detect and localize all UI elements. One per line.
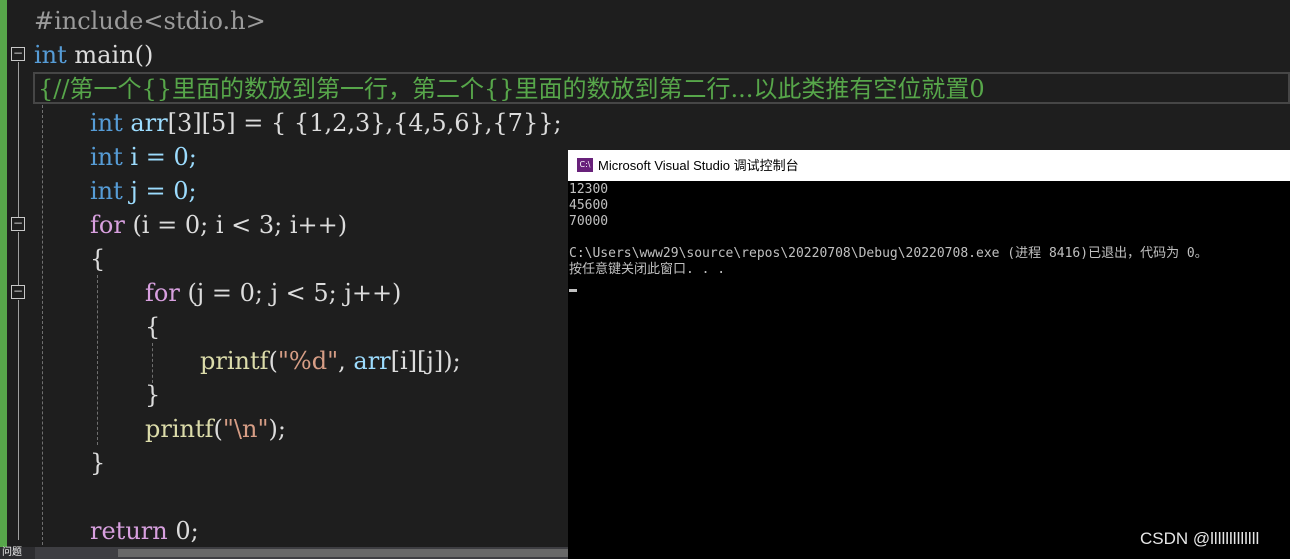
code-line-14: } <box>90 449 106 477</box>
code-line-3: {//第一个{}里面的数放到第一行，第二个{}里面的数放到第二行...以此类推有… <box>38 75 985 103</box>
fold-guide-line <box>18 232 19 285</box>
console-exit-message: C:\Users\www29\source\repos\20220708\Deb… <box>569 246 1208 261</box>
code-line-10: { <box>145 313 161 341</box>
console-titlebar[interactable]: C:\ Microsoft Visual Studio 调试控制台 <box>568 150 1290 181</box>
watermark: CSDN @lllllllllllll <box>1140 529 1260 548</box>
code-line-9: for (j = 0; j < 5; j++) <box>145 279 402 307</box>
fold-guide-line <box>18 300 19 540</box>
scrollbar-thumb[interactable] <box>118 549 568 557</box>
collapse-inner-for-icon[interactable]: − <box>11 285 25 299</box>
debug-console-window[interactable]: C:\ Microsoft Visual Studio 调试控制台 12300 … <box>568 150 1290 559</box>
collapse-main-icon[interactable]: − <box>11 47 25 61</box>
code-line-15: return 0; <box>90 517 199 545</box>
console-output-line: 70000 <box>569 214 609 229</box>
code-line-8: { <box>90 245 106 273</box>
code-line-7: for (i = 0; i < 3; i++) <box>90 211 348 239</box>
change-indicator-bar <box>0 0 7 559</box>
collapse-outer-for-icon[interactable]: − <box>11 217 25 231</box>
code-line-11: printf("%d", arr[i][j]); <box>200 347 461 375</box>
console-output-line: 45600 <box>569 198 609 213</box>
indent-guide <box>97 275 98 445</box>
code-line-4: int arr[3][5] = { {1,2,3},{4,5,6},{7}}; <box>90 109 562 137</box>
console-title: Microsoft Visual Studio 调试控制台 <box>598 158 799 173</box>
code-line-2: int main() <box>34 41 154 69</box>
console-press-key-message: 按任意键关闭此窗口. . . <box>569 262 726 277</box>
indent-guide <box>152 343 153 383</box>
code-line-12: } <box>145 381 161 409</box>
console-output-line: 12300 <box>569 182 609 197</box>
indent-guide <box>42 105 43 545</box>
code-line-1: #include<stdio.h> <box>34 7 266 35</box>
problems-tab[interactable]: 问题 <box>0 547 35 559</box>
code-line-13: printf("\n"); <box>145 415 286 443</box>
horizontal-scrollbar[interactable] <box>33 547 568 559</box>
console-app-icon: C:\ <box>577 158 593 172</box>
code-line-6: int j = 0; <box>90 177 197 205</box>
code-line-5: int i = 0; <box>90 143 197 171</box>
console-cursor <box>569 289 577 292</box>
fold-guide-line <box>18 62 19 217</box>
editor-gutter <box>7 0 33 559</box>
